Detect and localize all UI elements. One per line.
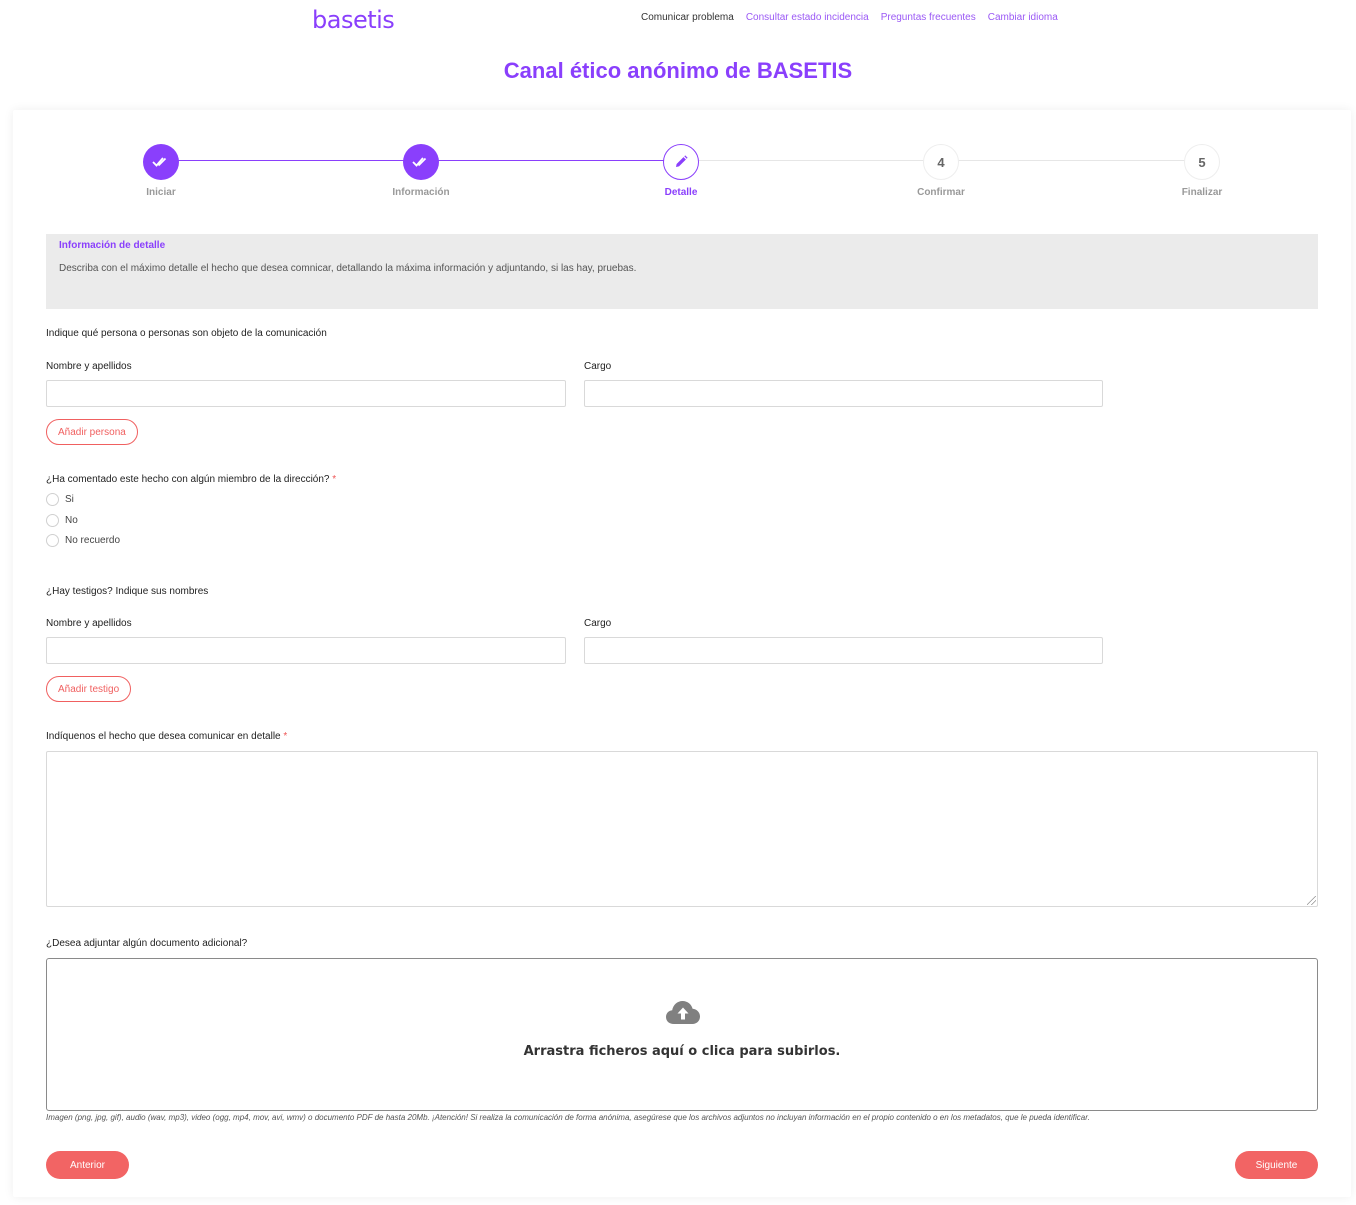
page-title: Canal ético anónimo de BASETIS: [503, 58, 853, 83]
cloud-upload-icon: [666, 1001, 700, 1024]
nav-link-consultar-estado[interactable]: Consultar estado incidencia: [746, 12, 869, 23]
radio-button[interactable]: [46, 534, 59, 547]
double-check-icon: [403, 144, 439, 180]
double-check-icon: [143, 144, 179, 180]
form-card: Iniciar Información Detalle 4 Confirmar …: [13, 110, 1351, 1197]
witnesses-question: ¿Hay testigos? Indique sus nombres: [46, 586, 209, 597]
radio-button[interactable]: [46, 514, 59, 527]
witness-role-label: Cargo: [584, 618, 612, 629]
detail-label-text: Indíquenos el hecho que desea comunicar …: [46, 731, 281, 742]
file-dropzone[interactable]: Arrastra ficheros aquí o clica para subi…: [46, 958, 1318, 1111]
add-witness-button[interactable]: Añadir testigo: [46, 676, 132, 702]
radio-button[interactable]: [46, 493, 59, 506]
info-box: Información de detalle Describa con el m…: [46, 234, 1318, 309]
previous-button[interactable]: Anterior: [46, 1151, 129, 1179]
radio-option-si[interactable]: Si: [46, 493, 74, 506]
step-number: 5: [1184, 144, 1220, 180]
person-name-label: Nombre y apellidos: [46, 361, 132, 372]
top-nav: Comunicar problema Consultar estado inci…: [641, 12, 1058, 23]
persons-question: Indique qué persona o personas son objet…: [46, 328, 327, 339]
person-role-input[interactable]: [584, 380, 1103, 407]
management-question: ¿Ha comentado este hecho con algún miemb…: [46, 474, 336, 485]
required-mark: *: [332, 474, 337, 485]
step-detalle: Detalle: [621, 144, 741, 198]
nav-link-comunicar-problema[interactable]: Comunicar problema: [641, 12, 734, 23]
add-person-button[interactable]: Añadir persona: [46, 419, 138, 445]
step-label: Información: [392, 187, 450, 198]
step-label: Iniciar: [146, 187, 176, 198]
resize-handle-icon[interactable]: [1307, 896, 1316, 905]
info-title: Información de detalle: [59, 240, 166, 251]
detail-textarea[interactable]: [46, 751, 1318, 907]
person-role-label: Cargo: [584, 361, 612, 372]
dropzone-text: Arrastra ficheros aquí o clica para subi…: [523, 1044, 841, 1059]
radio-option-no[interactable]: No: [46, 514, 78, 527]
attachments-hint: Imagen (png, jpg, gif), audio (wav, mp3)…: [46, 1113, 1090, 1122]
step-label: Confirmar: [917, 187, 965, 198]
radio-label: No recuerdo: [65, 535, 121, 546]
logo[interactable]: basetis: [312, 6, 395, 34]
top-bar: basetis Comunicar problema Consultar est…: [0, 0, 1356, 40]
radio-label: No: [65, 515, 78, 526]
person-name-input[interactable]: [46, 380, 566, 407]
stepper: Iniciar Información Detalle 4 Confirmar …: [13, 110, 1351, 210]
witness-role-input[interactable]: [584, 637, 1103, 664]
management-question-text: ¿Ha comentado este hecho con algún miemb…: [46, 474, 330, 485]
step-label: Finalizar: [1181, 187, 1223, 198]
nav-link-preguntas-frecuentes[interactable]: Preguntas frecuentes: [881, 12, 976, 23]
next-button[interactable]: Siguiente: [1235, 1151, 1318, 1179]
radio-option-no-recuerdo[interactable]: No recuerdo: [46, 534, 120, 547]
detail-label: Indíquenos el hecho que desea comunicar …: [46, 731, 287, 742]
step-informacion: Información: [361, 144, 481, 198]
step-finalizar: 5 Finalizar: [1142, 144, 1262, 198]
nav-link-cambiar-idioma[interactable]: Cambiar idioma: [988, 12, 1058, 23]
radio-label: Si: [65, 494, 74, 505]
required-mark: *: [283, 731, 288, 742]
step-confirmar: 4 Confirmar: [881, 144, 1001, 198]
step-iniciar: Iniciar: [101, 144, 221, 198]
witness-name-label: Nombre y apellidos: [46, 618, 132, 629]
pencil-icon: [663, 144, 699, 180]
step-number: 4: [923, 144, 959, 180]
info-text: Describa con el máximo detalle el hecho …: [59, 263, 637, 274]
step-label: Detalle: [664, 187, 698, 198]
witness-name-input[interactable]: [46, 637, 566, 664]
attachments-label: ¿Desea adjuntar algún documento adiciona…: [46, 938, 248, 949]
